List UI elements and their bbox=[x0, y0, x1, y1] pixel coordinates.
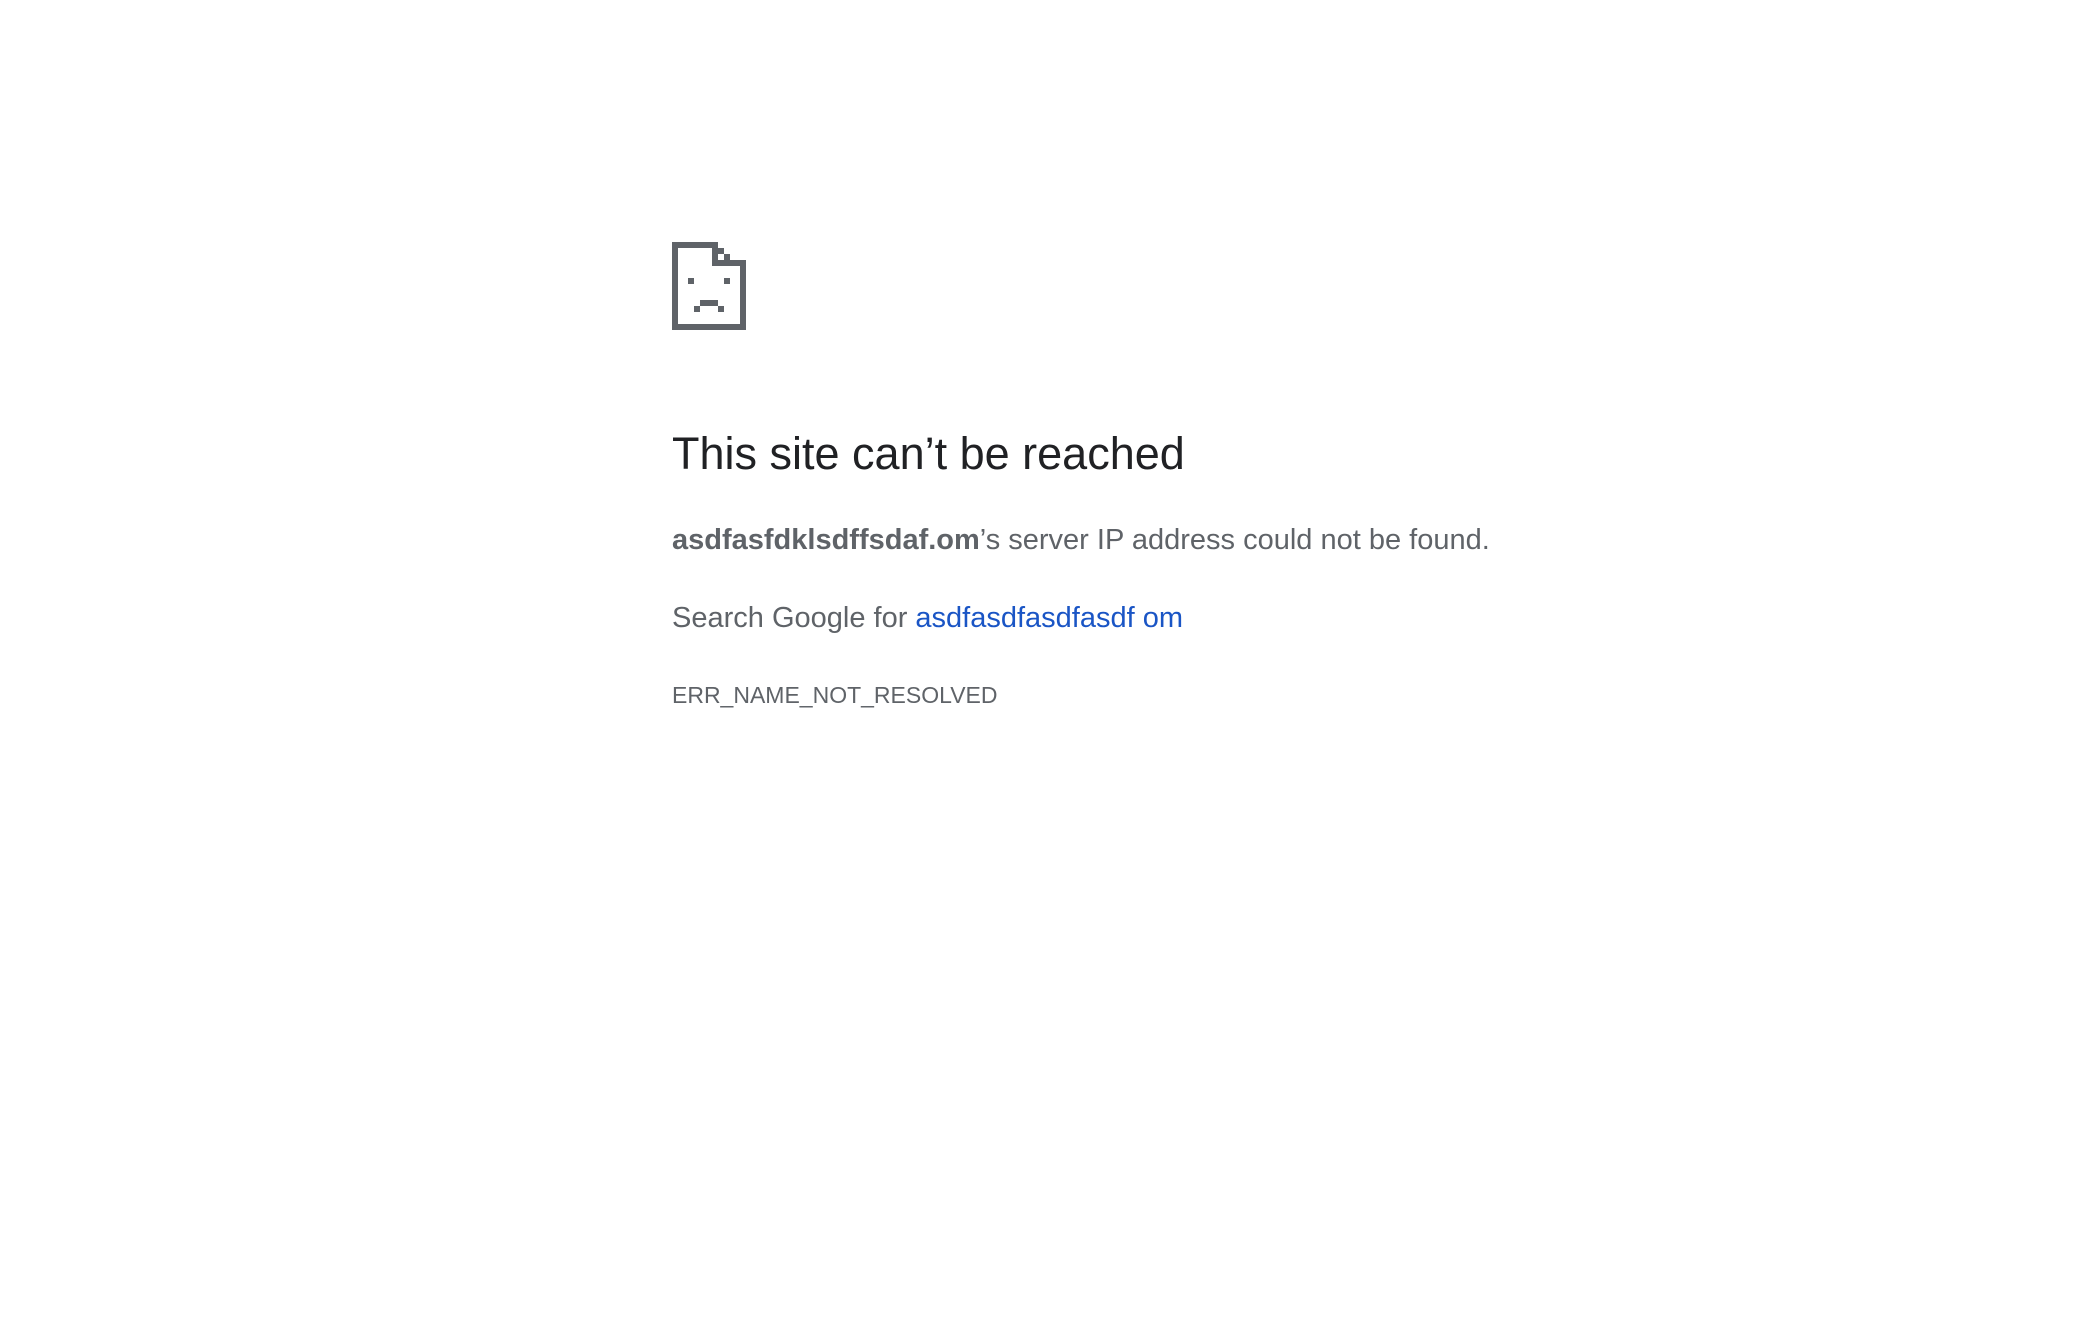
search-google-link[interactable]: asdfasdfasdfasdf om bbox=[915, 602, 1183, 634]
error-message-text: ’s server IP address could not be found. bbox=[979, 524, 1490, 556]
error-message: asdfasfdklsdffsdaf.om’s server IP addres… bbox=[672, 520, 1490, 560]
search-suggestion-prefix: Search Google for bbox=[672, 602, 916, 634]
search-suggestion: Search Google for asdfasdfasdfasdf om bbox=[672, 598, 1183, 638]
page-title: This site can’t be reached bbox=[672, 428, 1185, 479]
error-host: asdfasfdklsdffsdaf.om bbox=[672, 524, 980, 556]
sad-document-icon bbox=[672, 242, 746, 330]
error-code: ERR_NAME_NOT_RESOLVED bbox=[672, 682, 998, 708]
